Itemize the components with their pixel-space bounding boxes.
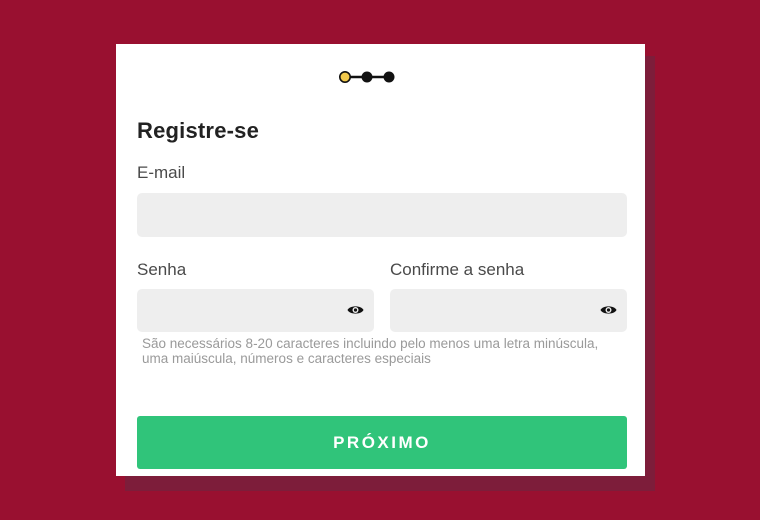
next-button[interactable]: PRÓXIMO xyxy=(137,416,627,469)
page: Registre-se E-mail Senha Confirme a senh… xyxy=(0,0,760,520)
step-progress-indicator xyxy=(338,70,398,84)
password-field[interactable] xyxy=(137,289,374,332)
progress-steps-icon xyxy=(339,71,395,83)
eye-icon[interactable] xyxy=(347,304,364,316)
email-field[interactable] xyxy=(137,193,627,237)
confirm-password-label: Confirme a senha xyxy=(390,260,525,279)
password-label: Senha xyxy=(137,260,187,279)
step-3-dot xyxy=(383,71,395,83)
register-card: Registre-se E-mail Senha Confirme a senh… xyxy=(116,44,645,476)
page-title: Registre-se xyxy=(137,118,260,143)
confirm-password-field[interactable] xyxy=(390,289,627,332)
password-requirements-hint: São necessários 8-20 caracteres incluind… xyxy=(142,336,599,366)
next-button-label: PRÓXIMO xyxy=(333,432,431,452)
step-1-dot xyxy=(339,71,351,83)
eye-icon[interactable] xyxy=(600,304,617,316)
email-label: E-mail xyxy=(137,163,186,182)
confirm-password-field-wrapper xyxy=(390,289,627,332)
step-2-dot xyxy=(361,71,373,83)
password-field-wrapper xyxy=(137,289,374,332)
email-field-wrapper xyxy=(137,193,627,237)
